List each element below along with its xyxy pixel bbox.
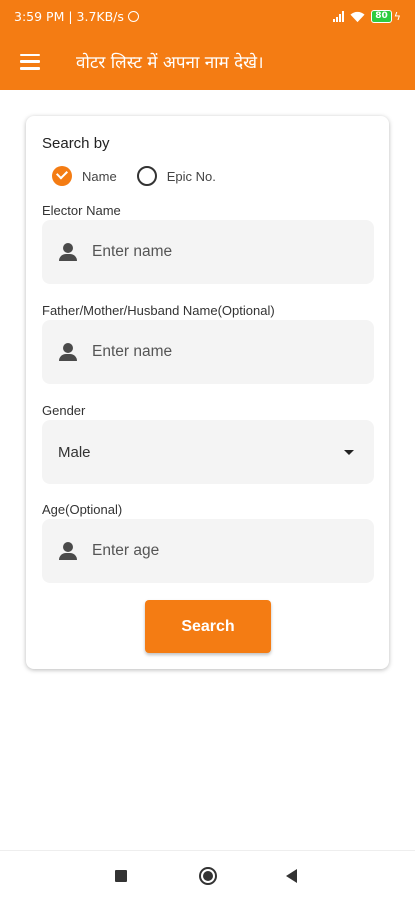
relative-name-field[interactable]	[42, 320, 374, 384]
radio-name-label: Name	[82, 168, 117, 184]
age-label: Age(Optional)	[42, 502, 123, 517]
search-form-card: Search by Name Epic No. Elector Name Fat…	[26, 116, 389, 669]
status-time-text: 3:59 PM | 3.7KB/s	[14, 9, 124, 24]
alarm-icon	[127, 11, 139, 22]
home-icon[interactable]	[199, 867, 217, 885]
age-field[interactable]	[42, 519, 374, 583]
elector-name-input[interactable]	[92, 243, 312, 261]
relative-name-label: Father/Mother/Husband Name(Optional)	[42, 303, 275, 318]
search-by-options: Name Epic No.	[52, 166, 236, 186]
status-time: 3:59 PM | 3.7KB/s	[14, 9, 139, 24]
age-input[interactable]	[92, 542, 312, 560]
app-screen: 3:59 PM | 3.7KB/s 80 ϟ वोटर लिस्ट में अप…	[0, 0, 415, 900]
signal-icon	[333, 11, 345, 22]
system-nav-bar	[0, 850, 415, 900]
search-button[interactable]: Search	[145, 600, 271, 653]
status-icons: 80 ϟ	[333, 10, 401, 23]
gender-select[interactable]: Male	[42, 420, 374, 484]
app-bar: वोटर लिस्ट में अपना नाम देखे।	[0, 33, 415, 90]
app-title: वोटर लिस्ट में अपना नाम देखे।	[76, 53, 264, 73]
person-icon	[58, 342, 78, 362]
radio-epic-label: Epic No.	[166, 168, 216, 184]
gender-label: Gender	[42, 403, 86, 418]
person-icon	[58, 541, 78, 561]
dropdown-arrow-icon	[344, 449, 354, 455]
wifi-icon	[350, 11, 365, 22]
elector-name-label: Elector Name	[42, 203, 121, 218]
relative-name-input[interactable]	[92, 343, 312, 361]
radio-name[interactable]: Name	[52, 166, 117, 186]
battery-icon: 80 ϟ	[371, 10, 401, 23]
back-icon[interactable]	[286, 869, 297, 883]
status-bar: 3:59 PM | 3.7KB/s 80 ϟ	[0, 0, 415, 33]
person-icon	[58, 242, 78, 262]
menu-icon[interactable]	[20, 53, 40, 70]
charging-icon: ϟ	[393, 10, 401, 23]
elector-name-field[interactable]	[42, 220, 374, 284]
battery-level: 80	[371, 10, 392, 23]
radio-checked-icon	[52, 166, 72, 186]
recents-icon[interactable]	[115, 870, 127, 882]
gender-value: Male	[58, 443, 91, 461]
radio-epic-no[interactable]: Epic No.	[136, 166, 216, 186]
search-by-label: Search by	[42, 135, 110, 152]
radio-unchecked-icon	[136, 166, 157, 186]
